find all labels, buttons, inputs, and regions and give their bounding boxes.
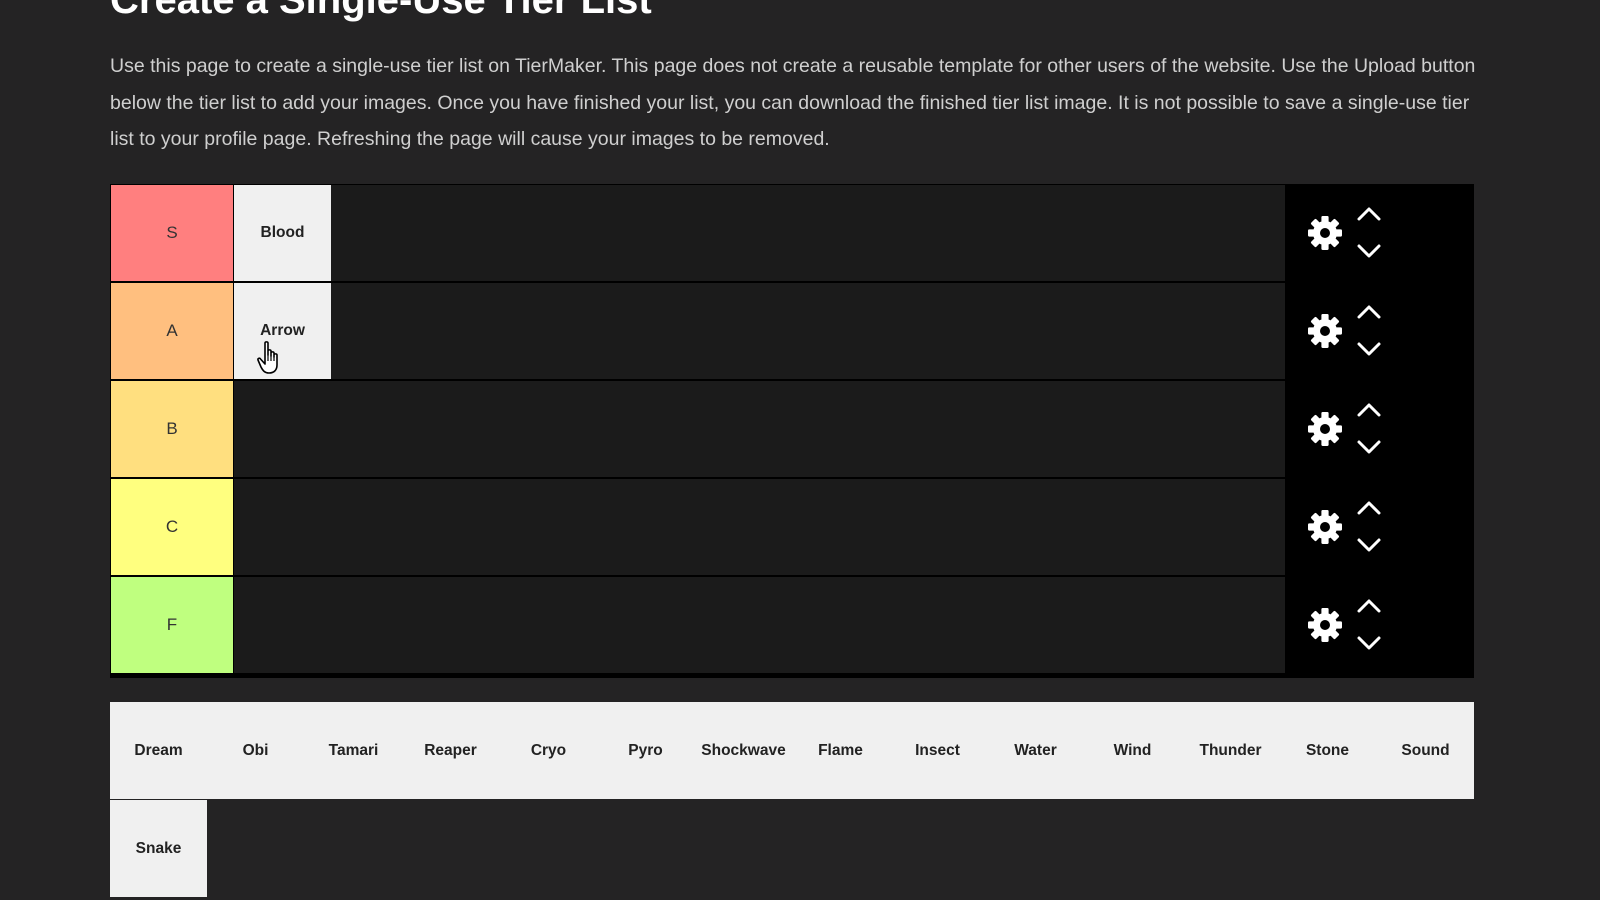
gear-icon[interactable] [1307,215,1343,251]
gear-icon[interactable] [1307,411,1343,447]
chevron-down-icon[interactable] [1353,631,1385,655]
tier-label[interactable]: C [111,479,233,575]
chevron-down-icon[interactable] [1353,337,1385,361]
intro-paragraph: Use this page to create a single-use tie… [110,55,1476,150]
tier-row-s: S Blood [110,184,1474,282]
tier-label[interactable]: S [111,185,233,281]
pool-item-card[interactable]: Water [987,702,1084,799]
chevron-down-icon[interactable] [1353,435,1385,459]
pool-item-card[interactable]: Cryo [500,702,597,799]
pool-item-card[interactable]: Reaper [402,702,499,799]
item-pool: Dream Obi Tamari Reaper Cryo Pyro Shockwave Fla… [110,702,1474,898]
tier-drop-zone[interactable] [234,577,1285,673]
pool-item-card[interactable]: Wind [1084,702,1181,799]
tier-controls [1287,282,1474,380]
tier-row-f: F [110,576,1474,674]
tier-label[interactable]: F [111,577,233,673]
tier-label[interactable]: A [111,283,233,379]
tier-drop-zone[interactable] [234,381,1285,477]
gear-icon[interactable] [1307,509,1343,545]
chevron-down-icon[interactable] [1353,533,1385,557]
tier-row-a: A Arrow [110,282,1474,380]
tier-item-card[interactable]: Arrow [234,283,331,379]
pool-item-card[interactable]: Flame [792,702,889,799]
chevron-up-icon[interactable] [1353,300,1385,324]
chevron-up-icon[interactable] [1353,594,1385,618]
pool-item-card[interactable]: Shockwave [695,702,792,799]
tier-drop-zone[interactable]: Blood [234,185,1285,281]
tier-row-c: C [110,478,1474,576]
pool-item-card[interactable]: Dream [110,702,207,799]
pool-item-card[interactable]: Insect [889,702,986,799]
gear-icon[interactable] [1307,607,1343,643]
tier-label[interactable]: B [111,381,233,477]
tier-list-page: Create a Single-Use Tier List Use this p… [0,0,1600,900]
pool-item-card[interactable]: Stone [1279,702,1376,799]
tier-controls [1287,576,1474,674]
pool-item-card[interactable]: Tamari [305,702,402,799]
page-title: Create a Single-Use Tier List [110,0,652,22]
tier-table: S Blood A Arrow B C F [110,184,1474,678]
pool-item-card[interactable]: Pyro [597,702,694,799]
tier-drop-zone[interactable] [234,479,1285,575]
pool-item-card[interactable]: Thunder [1182,702,1279,799]
tier-controls [1287,380,1474,478]
chevron-up-icon[interactable] [1353,202,1385,226]
tier-row-b: B [110,380,1474,478]
tier-controls [1287,184,1474,282]
pool-item-card[interactable]: Snake [110,800,207,897]
chevron-up-icon[interactable] [1353,496,1385,520]
pool-item-card[interactable]: Sound [1377,702,1474,799]
tier-drop-zone[interactable]: Arrow [234,283,1285,379]
tier-item-card[interactable]: Blood [234,185,331,281]
chevron-up-icon[interactable] [1353,398,1385,422]
tier-controls [1287,478,1474,576]
pool-item-card[interactable]: Obi [207,702,304,799]
gear-icon[interactable] [1307,313,1343,349]
chevron-down-icon[interactable] [1353,239,1385,263]
